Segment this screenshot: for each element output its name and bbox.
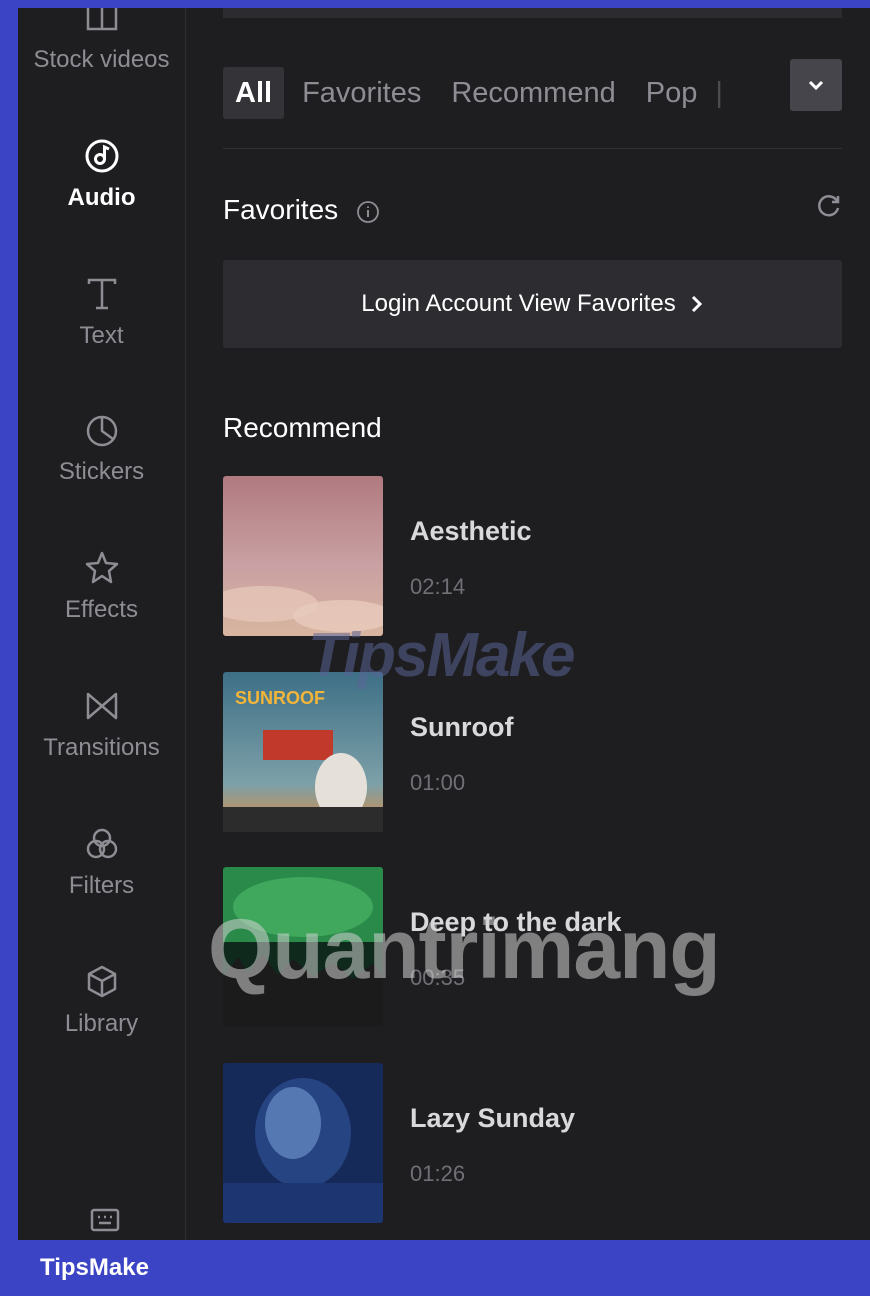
tipsmake-watermark: TipsMake	[308, 621, 575, 690]
track-item[interactable]: SUNROOF Sunroof 01:00	[223, 672, 842, 832]
track-item[interactable]: Aesthetic 02:14	[223, 476, 842, 636]
sidebar-item-label: Stock videos	[33, 46, 170, 73]
cover-text: SUNROOF	[235, 688, 325, 708]
sidebar-item-effects[interactable]: Effects	[18, 548, 185, 624]
tab-recommend[interactable]: Recommend	[439, 67, 627, 119]
category-tabs: All Favorites Recommend Pop |	[223, 64, 844, 122]
sidebar-item-audio[interactable]: Audio	[18, 136, 185, 212]
app-frame: Stock videos Audio Text Stickers Effects…	[18, 8, 870, 1240]
sidebar-item-transitions[interactable]: Transitions	[18, 686, 185, 762]
favorites-title: Favorites	[223, 194, 339, 225]
track-title: Lazy Sunday	[410, 1103, 576, 1133]
sidebar-item-stickers[interactable]: Stickers	[18, 410, 185, 486]
login-view-favorites-button[interactable]: Login Account View Favorites	[223, 260, 842, 348]
transitions-icon	[86, 692, 117, 720]
track-duration: 02:14	[410, 574, 466, 599]
stickers-icon	[86, 415, 117, 447]
chevron-right-icon	[691, 295, 702, 313]
track-duration: 01:00	[410, 770, 466, 795]
tab-pop[interactable]: Pop	[634, 67, 710, 119]
divider	[223, 148, 842, 149]
refresh-icon[interactable]	[816, 193, 842, 219]
more-tabs-button[interactable]	[790, 59, 842, 111]
sidebar: Stock videos Audio Text Stickers Effects…	[18, 8, 186, 1240]
sidebar-item-label: Transitions	[43, 734, 160, 761]
quantrimang-watermark: Quantrimang	[208, 902, 721, 996]
text-icon	[87, 278, 116, 310]
sidebar-item-label: Stickers	[58, 458, 145, 485]
sidebar-item-stock-videos[interactable]: Stock videos	[18, 8, 185, 74]
track-thumbnail: SUNROOF	[223, 672, 383, 832]
sidebar-item-label: Text	[79, 322, 124, 349]
library-icon	[87, 965, 116, 998]
sidebar-item-label: Library	[64, 1010, 139, 1037]
track-title: Sunroof	[410, 712, 514, 742]
footer-brand: TipsMake	[40, 1254, 149, 1281]
login-text: Login Account View Favorites	[361, 290, 676, 317]
info-icon[interactable]	[356, 200, 380, 224]
audio-icon	[85, 139, 118, 173]
sidebar-item-text[interactable]: Text	[18, 274, 185, 350]
favorites-header: Favorites	[223, 194, 380, 226]
track-title: Aesthetic	[410, 516, 532, 546]
chevron-down-icon	[808, 80, 824, 90]
sidebar-item-label: Effects	[65, 596, 138, 623]
tab-overflow-fade: |	[715, 77, 723, 109]
keyboard-icon[interactable]	[90, 1206, 120, 1234]
filters-icon	[86, 828, 117, 859]
sidebar-item-label: Audio	[67, 184, 136, 211]
sidebar-item-filters[interactable]: Filters	[18, 824, 185, 900]
track-item[interactable]: Lazy Sunday 01:26	[223, 1063, 842, 1223]
track-duration: 01:26	[410, 1161, 466, 1186]
track-thumbnail	[223, 476, 383, 636]
tab-all[interactable]: All	[223, 67, 285, 119]
effects-icon	[85, 551, 118, 584]
recommend-title: Recommend	[223, 412, 382, 443]
sidebar-item-library[interactable]: Library	[18, 962, 185, 1038]
tab-favorites[interactable]: Favorites	[290, 67, 433, 119]
track-thumbnail	[223, 1063, 383, 1223]
search-bar-edge	[223, 8, 842, 18]
sidebar-item-label: Filters	[68, 872, 135, 899]
stock-videos-icon	[86, 8, 117, 31]
footer-bar: TipsMake	[0, 1240, 870, 1296]
